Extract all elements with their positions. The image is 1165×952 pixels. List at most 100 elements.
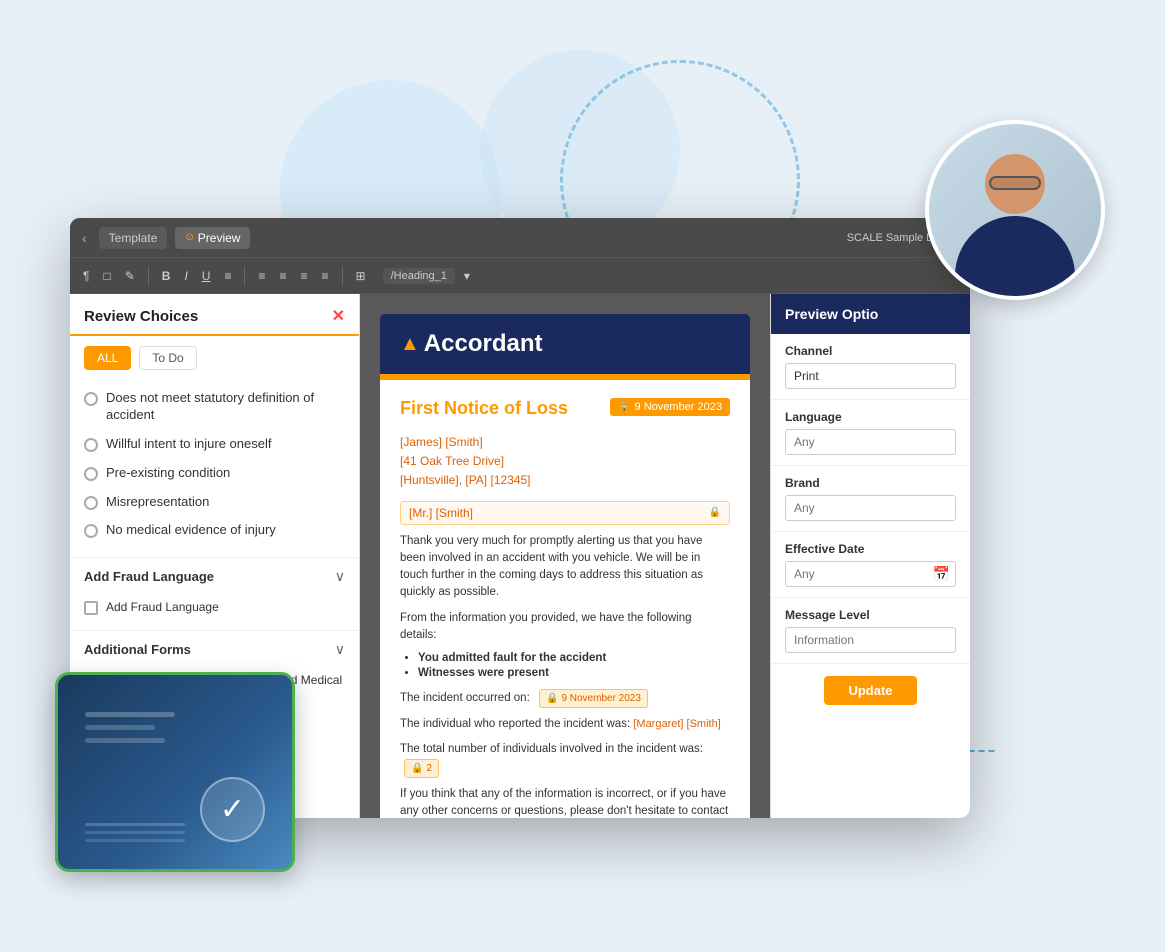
additional-forms-header[interactable]: Additional Forms ∨ [84,631,345,668]
filter-all-btn[interactable]: ALL [84,346,131,370]
edit-btn[interactable]: ✎ [120,266,140,286]
align-center-btn[interactable]: ≡ [274,266,291,286]
italic-btn[interactable]: I [179,266,192,286]
incident-line: The incident occurred on: 🔒 9 November 2… [400,689,730,708]
doc-title: First Notice of Loss [400,398,568,419]
fraud-checkbox-label: Add Fraud Language [106,599,219,616]
toolbar-sep-3 [342,266,343,286]
reporter-name: [Margaret] [Smith] [633,718,720,730]
doc-body: First Notice of Loss 🔒 9 November 2023 [… [380,380,750,818]
align-left-btn[interactable]: ≡ [253,266,270,286]
salutation-row: [Mr.] [Smith] 🔒 [400,501,730,525]
choice-item: Does not meet statutory definition of ac… [84,384,345,430]
fraud-section: Add Fraud Language ∨ Add Fraud Language [70,557,359,630]
channel-input[interactable] [785,363,956,389]
language-input[interactable] [785,429,956,455]
message-level-label: Message Level [785,608,956,622]
toolbar-sep-1 [148,266,149,286]
choice-label-willful: Willful intent to injure oneself [106,436,271,453]
laptop-image: ✓ [55,672,295,872]
radio-preexisting[interactable] [84,467,98,481]
radio-willful[interactable] [84,438,98,452]
list-item-2: Witnesses were present [418,667,730,679]
heading-arrow[interactable]: ▾ [459,266,475,286]
toolbar-sep-2 [244,266,245,286]
effective-date-label: Effective Date [785,542,956,556]
channel-field-group: Channel [771,334,970,400]
choice-label-nomedical: No medical evidence of injury [106,522,276,539]
doc-para-2: From the information you provided, we ha… [400,610,730,645]
radio-statutory[interactable] [84,392,98,406]
fraud-section-title: Add Fraud Language [84,569,214,584]
followup-para: If you think that any of the information… [400,786,730,818]
person-glasses [989,176,1041,190]
radio-nomedical[interactable] [84,524,98,538]
preview-icon: ⊙ [185,232,193,243]
template-tab[interactable]: Template [99,227,168,249]
fraud-accordion-header[interactable]: Add Fraud Language ∨ [84,558,345,595]
total-line: The total number of individuals involved… [400,741,730,777]
heading-selector[interactable]: /Heading_1 [383,268,455,284]
preview-tab[interactable]: ⊙ Preview [175,227,250,249]
fraud-chevron-icon: ∨ [335,568,345,585]
bold-btn[interactable]: B [157,266,176,286]
doc-address: [James] [Smith] [41 Oak Tree Drive] [Hun… [400,433,730,491]
address-line1: [James] [Smith] [400,433,730,452]
back-arrow-icon: ‹ [82,230,87,246]
top-bar: ‹ Template ⊙ Preview SCALE Sample Data ▾ [70,218,970,258]
channel-label: Channel [785,344,956,358]
align-right-btn[interactable]: ≡ [296,266,313,286]
square-btn[interactable]: □ [98,266,115,286]
doc-date-badge: 🔒 9 November 2023 [610,398,730,416]
insert-btn[interactable]: ⊞ [351,266,371,286]
checkmark-icon: ✓ [200,777,265,842]
additional-forms-chevron-icon: ∨ [335,641,345,658]
total-lock-icon: 🔒 [411,761,423,776]
choice-label-misrep: Misrepresentation [106,494,209,511]
right-panel-title: Preview Optio [785,306,878,322]
choice-item: No medical evidence of injury [84,516,345,545]
language-field-group: Language [771,400,970,466]
person-illustration [929,124,1101,296]
fraud-checkbox-item: Add Fraud Language [84,595,345,620]
brand-field-group: Brand [771,466,970,532]
logo-arrow-icon: ▲ [400,333,420,356]
salutation-lock-icon: 🔒 [709,507,721,518]
document-area: ▲ Accordant First Notice of Loss 🔒 9 Nov… [360,294,770,818]
choice-item: Willful intent to injure oneself [84,430,345,459]
address-line2: [41 Oak Tree Drive] [400,452,730,471]
additional-forms-title: Additional Forms [84,642,191,657]
choice-label-preexisting: Pre-existing condition [106,465,230,482]
message-level-field-group: Message Level [771,598,970,664]
choice-item: Pre-existing condition [84,459,345,488]
choice-label-statutory: Does not meet statutory definition of ac… [106,390,345,424]
toolbar: ¶ □ ✎ B I U ≡ ≡ ≡ ≡ ≡ ⊞ /Heading_1 ▾ [70,258,970,294]
choices-list: Does not meet statutory definition of ac… [70,380,359,557]
laptop-overlay: ✓ [75,692,275,852]
salutation-text: [Mr.] [Smith] [409,506,473,520]
document: ▲ Accordant First Notice of Loss 🔒 9 Nov… [380,314,750,818]
radio-misrep[interactable] [84,496,98,510]
underline-btn[interactable]: U [197,266,216,286]
effective-date-wrapper: 📅 [785,561,956,587]
paragraph-btn[interactable]: ¶ [78,266,94,286]
address-line3: [Huntsville], [PA] [12345] [400,471,730,490]
list-btn[interactable]: ≡ [317,266,334,286]
update-button[interactable]: Update [824,676,916,705]
doc-header: ▲ Accordant [380,314,750,374]
fraud-checkbox[interactable] [84,601,98,615]
close-button[interactable]: ✕ [332,306,345,326]
fraud-accordion-content: Add Fraud Language [84,595,345,630]
filter-todo-btn[interactable]: To Do [139,346,196,370]
effective-date-input[interactable] [785,561,956,587]
brand-input[interactable] [785,495,956,521]
list-item-1: You admitted fault for the accident [418,652,730,664]
logo-text: Accordant [424,330,543,358]
effective-date-field-group: Effective Date 📅 [771,532,970,598]
format-btn[interactable]: ≡ [219,266,236,286]
incident-date-badge: 🔒 9 November 2023 [539,689,648,708]
filter-row: ALL To Do [70,336,359,380]
person-body [955,216,1075,296]
lock-icon: 🔒 [618,402,630,413]
message-level-input[interactable] [785,627,956,653]
